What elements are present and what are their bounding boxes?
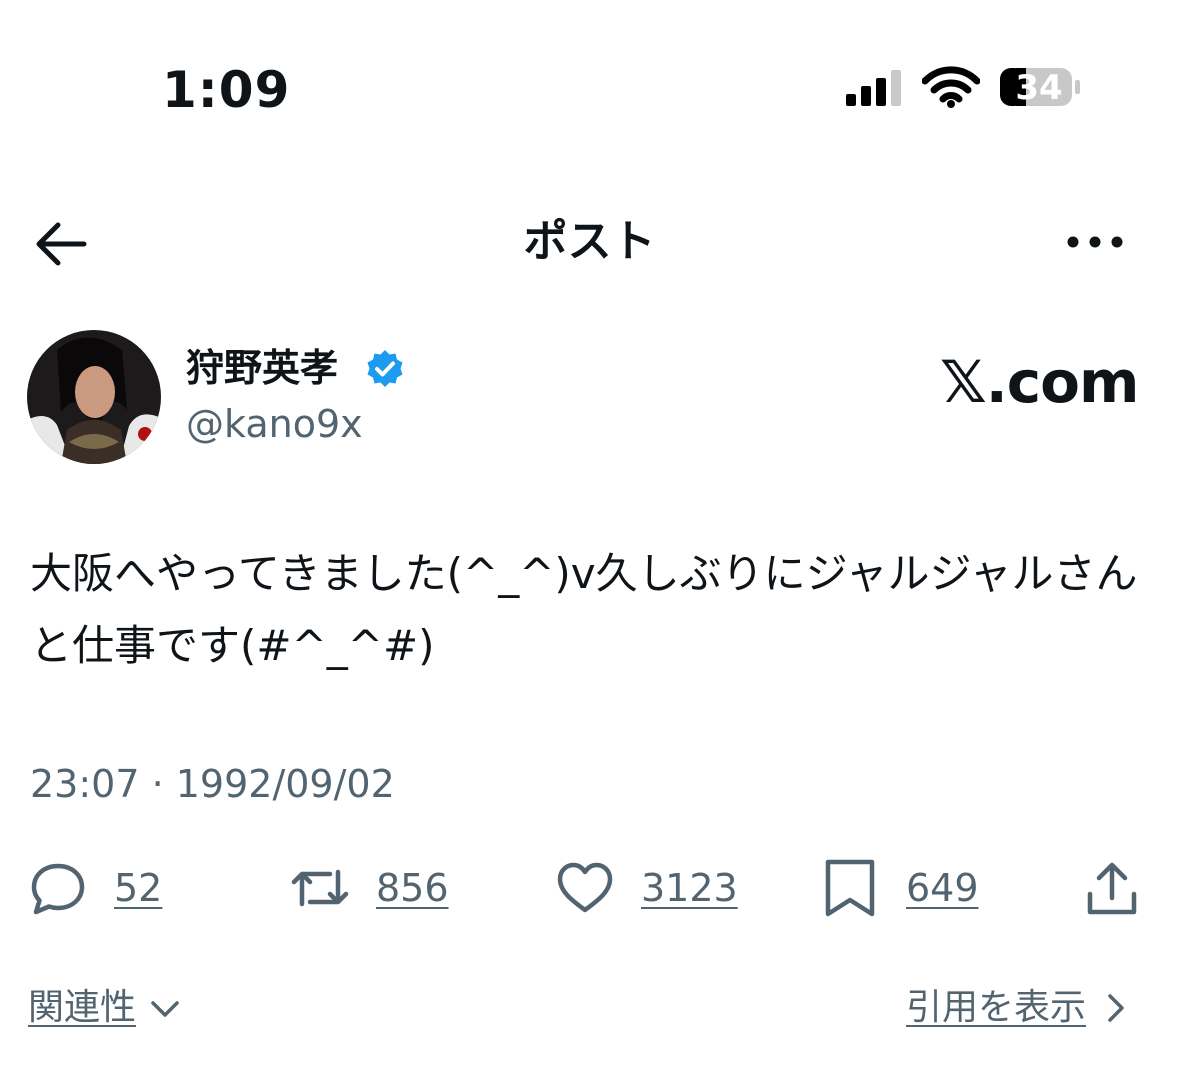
bookmark-count: 649 — [906, 866, 979, 910]
battery-level: 34 — [1015, 68, 1063, 108]
verified-badge-icon — [367, 350, 403, 387]
author-handle[interactable]: @kano9x — [186, 398, 363, 450]
avatar[interactable] — [27, 330, 161, 464]
chevron-down-icon — [151, 1001, 179, 1017]
avatar-image — [27, 330, 161, 464]
relevance-sort-button[interactable]: 関連性 — [28, 980, 182, 1036]
bookmark-button[interactable]: 649 — [820, 858, 979, 918]
repost-count: 856 — [376, 866, 449, 910]
cellular-signal-icon — [846, 70, 901, 106]
share-button[interactable] — [1082, 858, 1142, 918]
more-dots-icon[interactable] — [1066, 228, 1124, 256]
relevance-label: 関連性 — [28, 987, 137, 1028]
bookmark-icon — [825, 859, 875, 917]
view-quotes-label: 引用を表示 — [906, 987, 1087, 1028]
tweet-timestamp[interactable]: 23:07 · 1992/09/02 — [30, 756, 395, 812]
reply-count: 52 — [114, 866, 163, 910]
reply-button[interactable]: 52 — [28, 858, 162, 918]
like-button[interactable]: 3123 — [555, 858, 738, 918]
repost-icon — [291, 869, 349, 907]
page-title: ポスト — [523, 216, 656, 267]
brand-watermark: 𝕏.com — [940, 348, 1139, 416]
repost-button[interactable]: 856 — [290, 858, 449, 918]
view-quotes-link[interactable]: 引用を表示 — [906, 980, 1132, 1036]
reply-icon — [31, 863, 85, 915]
wifi-icon — [922, 66, 980, 108]
like-count: 3123 — [641, 866, 738, 910]
chevron-right-icon — [1108, 994, 1124, 1022]
share-icon — [1087, 862, 1137, 915]
tweet-text: 大阪へやってきました(^_^)v久しぶりにジャルジャルさんと仕事です(#^_^#… — [30, 549, 1138, 670]
author-name[interactable]: 狩野英孝 — [186, 342, 338, 394]
heart-icon — [557, 862, 613, 913]
status-time: 1:09 — [162, 61, 291, 119]
